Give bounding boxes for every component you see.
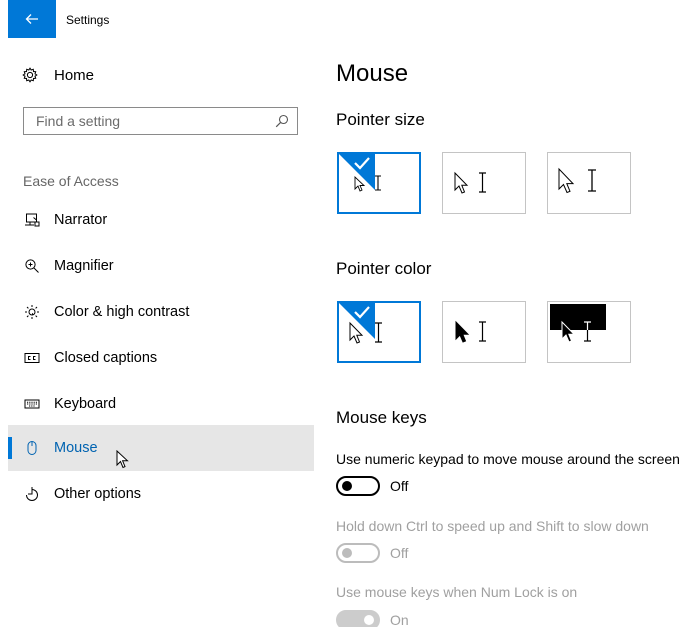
narrator-icon: [24, 212, 40, 228]
mouse-keys-numpad-toggle[interactable]: Off: [336, 476, 408, 496]
home-link[interactable]: Home: [22, 64, 94, 86]
pointer-size-medium-tile[interactable]: [442, 152, 526, 214]
toggle-state: On: [390, 612, 409, 627]
mouse-keys-numpad-label: Use numeric keypad to move mouse around …: [336, 451, 680, 467]
sidebar-item-label: Other options: [54, 486, 142, 502]
mouse-keys-ctrl-shift-toggle[interactable]: Off: [336, 543, 408, 563]
checkmark-icon: [339, 154, 375, 190]
gear-icon: [22, 67, 38, 83]
magnifier-icon: [24, 258, 40, 274]
sidebar-item-label: Closed captions: [54, 350, 158, 366]
other-options-icon: [24, 486, 40, 502]
home-label: Home: [54, 66, 95, 84]
window-title: Settings: [66, 13, 110, 27]
toggle-track[interactable]: [336, 476, 380, 496]
sidebar-item-color-high-contrast[interactable]: Color & high contrast: [8, 289, 314, 335]
title-bar: Settings: [0, 0, 696, 38]
mouse-keys-num-lock-toggle[interactable]: On: [336, 610, 409, 627]
sidebar: Home Ease of Access Narrator Magnifier: [0, 38, 314, 627]
closed-captions-icon: [24, 350, 40, 366]
section-label: Ease of Access: [23, 173, 119, 189]
toggle-knob: [342, 481, 352, 491]
pointer-size-large-tile[interactable]: [547, 152, 631, 214]
brightness-icon: [24, 304, 40, 320]
search-box[interactable]: [23, 107, 298, 135]
toggle-track[interactable]: [336, 543, 380, 563]
toggle-state: Off: [390, 478, 409, 494]
sidebar-item-label: Narrator: [54, 212, 108, 228]
pointer-color-white-tile[interactable]: [337, 301, 421, 363]
keyboard-icon: [24, 396, 40, 412]
sidebar-item-label: Color & high contrast: [54, 304, 190, 320]
mouse-icon: [24, 440, 40, 456]
pointer-color-black-tile[interactable]: [442, 301, 526, 363]
sidebar-item-closed-captions[interactable]: Closed captions: [8, 335, 314, 381]
sidebar-item-keyboard[interactable]: Keyboard: [8, 381, 314, 427]
sidebar-item-label: Mouse: [54, 440, 98, 456]
sidebar-item-other-options[interactable]: Other options: [8, 471, 314, 517]
search-icon[interactable]: [275, 114, 289, 128]
toggle-knob: [364, 615, 374, 625]
toggle-state: Off: [390, 545, 409, 561]
pointer-color-heading: Pointer color: [336, 259, 432, 278]
search-input[interactable]: [24, 108, 264, 134]
toggle-track[interactable]: [336, 610, 380, 627]
sidebar-item-mouse[interactable]: Mouse: [8, 425, 314, 471]
mouse-cursor-icon: [116, 450, 129, 469]
pointer-color-inverted-tile[interactable]: [547, 301, 631, 363]
mouse-keys-ctrl-shift-label: Hold down Ctrl to speed up and Shift to …: [336, 518, 649, 534]
sidebar-item-narrator[interactable]: Narrator: [8, 197, 314, 243]
sidebar-item-magnifier[interactable]: Magnifier: [8, 243, 314, 289]
back-button[interactable]: [8, 0, 56, 38]
pointer-size-heading: Pointer size: [336, 110, 425, 129]
page-title: Mouse: [336, 60, 409, 87]
sidebar-item-label: Magnifier: [54, 258, 114, 274]
back-arrow-icon: [25, 14, 38, 24]
sidebar-item-label: Keyboard: [54, 396, 117, 412]
mouse-keys-heading: Mouse keys: [336, 408, 427, 427]
checkmark-icon: [339, 303, 375, 339]
pointer-size-small-tile[interactable]: [337, 152, 421, 214]
mouse-keys-num-lock-label: Use mouse keys when Num Lock is on: [336, 584, 578, 600]
toggle-knob: [342, 548, 352, 558]
